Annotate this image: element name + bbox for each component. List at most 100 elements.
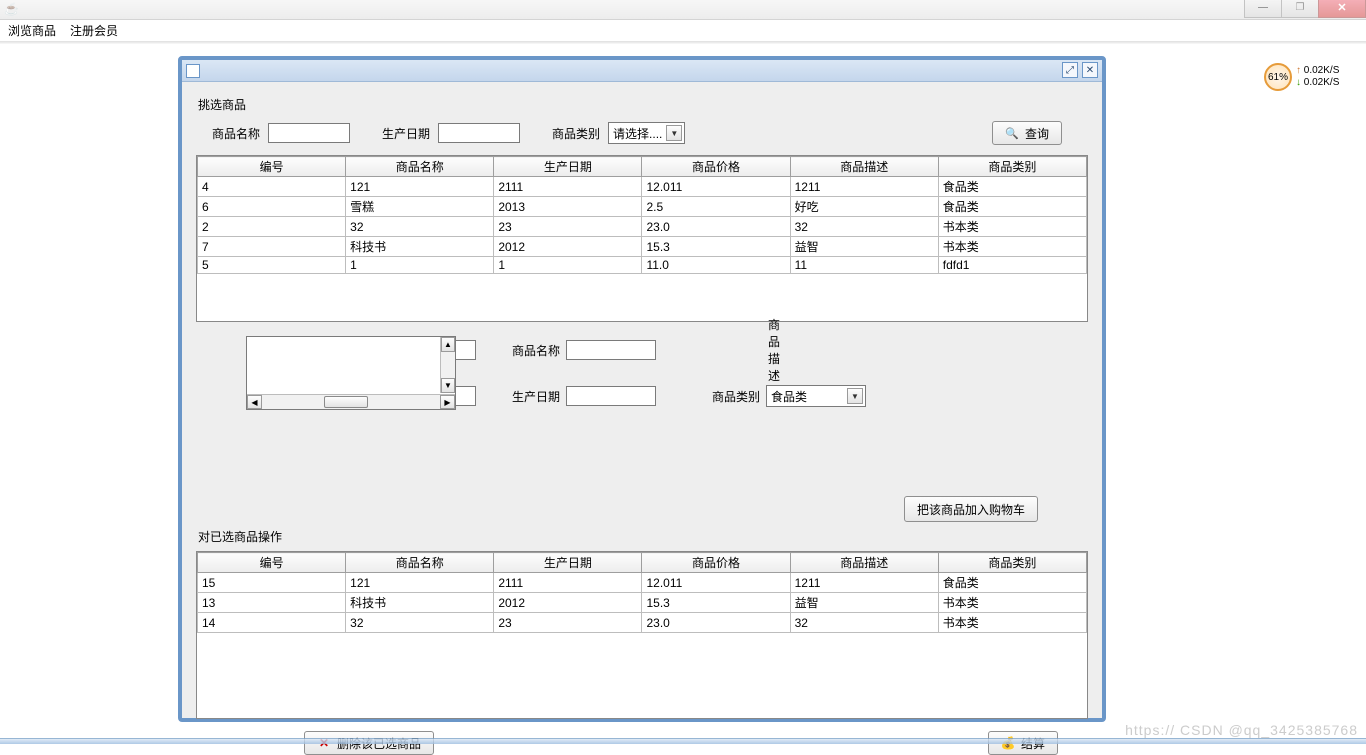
internal-frame-controls: ⤢ ✕ — [1062, 62, 1098, 78]
table-row[interactable]: 13科技书201215.3益智书本类 — [198, 593, 1087, 613]
cell: 2111 — [494, 573, 642, 593]
table-row[interactable]: 7科技书201215.3益智书本类 — [198, 237, 1087, 257]
cell: 23.0 — [642, 613, 790, 633]
internal-frame-titlebar: ⤢ ✕ — [182, 60, 1102, 82]
form-date-input[interactable] — [566, 386, 656, 406]
col-price[interactable]: 商品价格 — [642, 157, 790, 177]
category-label: 商品类别 — [552, 125, 600, 142]
cell: 23 — [494, 613, 642, 633]
col-date[interactable]: 生产日期 — [494, 553, 642, 573]
cell: 23 — [494, 217, 642, 237]
col-id[interactable]: 编号 — [198, 553, 346, 573]
cell: 13 — [198, 593, 346, 613]
cell: 7 — [198, 237, 346, 257]
cell: 4 — [198, 177, 346, 197]
col-desc[interactable]: 商品描述 — [790, 157, 938, 177]
separator — [0, 42, 1366, 44]
maximize-button[interactable]: ❐ — [1281, 0, 1319, 18]
table-row[interactable]: 4121211112.0111211食品类 — [198, 177, 1087, 197]
chevron-down-icon — [847, 388, 863, 404]
production-date-input[interactable] — [438, 123, 520, 143]
cell: 2012 — [494, 593, 642, 613]
scrollbar-thumb[interactable] — [324, 396, 368, 408]
products-table[interactable]: 编号 商品名称 生产日期 商品价格 商品描述 商品类别 4121211112.0… — [197, 156, 1087, 274]
cell: 食品类 — [938, 197, 1086, 217]
upload-icon: ↑ — [1296, 65, 1301, 76]
cell: 1211 — [790, 177, 938, 197]
cell: 2 — [198, 217, 346, 237]
add-to-cart-button[interactable]: 把该商品加入购物车 — [904, 496, 1038, 522]
cell: 32 — [790, 217, 938, 237]
menu-register-member[interactable]: 注册会员 — [70, 22, 118, 39]
cell: 11.0 — [642, 257, 790, 274]
cell: 15.3 — [642, 237, 790, 257]
col-name[interactable]: 商品名称 — [346, 553, 494, 573]
cell: 6 — [198, 197, 346, 217]
frame-icon — [186, 64, 200, 78]
cell: 1211 — [790, 573, 938, 593]
scroll-up-icon[interactable]: ▲ — [441, 337, 455, 352]
section-select-products-label: 挑选商品 — [198, 96, 1088, 113]
scroll-left-icon[interactable]: ◀ — [247, 395, 262, 409]
table-row[interactable]: 6雪糕20132.5好吃食品类 — [198, 197, 1087, 217]
download-icon: ↓ — [1296, 77, 1301, 88]
category-select[interactable]: 请选择.... — [608, 122, 685, 144]
form-cat-value: 食品类 — [771, 388, 807, 405]
chevron-down-icon — [666, 125, 682, 141]
internal-frame: ⤢ ✕ 挑选商品 商品名称 生产日期 商品类别 请选择.... 查询 — [178, 56, 1106, 722]
cell: 23.0 — [642, 217, 790, 237]
cell: 益智 — [790, 593, 938, 613]
cell: 2012 — [494, 237, 642, 257]
cell: 1 — [494, 257, 642, 274]
form-name-label: 商品名称 — [476, 342, 566, 359]
cell: 15.3 — [642, 593, 790, 613]
form-name-input[interactable] — [566, 340, 656, 360]
cell: 好吃 — [790, 197, 938, 217]
scroll-right-icon[interactable]: ▶ — [440, 395, 455, 409]
product-name-input[interactable] — [268, 123, 350, 143]
col-price[interactable]: 商品价格 — [642, 553, 790, 573]
form-cat-select[interactable]: 食品类 — [766, 385, 866, 407]
cell: 32 — [346, 217, 494, 237]
search-icon — [1005, 126, 1019, 140]
frame-maximize-button[interactable]: ⤢ — [1062, 62, 1078, 78]
add-to-cart-label: 把该商品加入购物车 — [917, 501, 1025, 518]
products-table-container: 编号 商品名称 生产日期 商品价格 商品描述 商品类别 4121211112.0… — [196, 155, 1088, 322]
textarea-vertical-scrollbar[interactable]: ▲ ▼ — [440, 337, 455, 393]
textarea-horizontal-scrollbar[interactable]: ◀ ▶ — [247, 394, 455, 409]
form-desc-textarea[interactable]: ▲ ▼ ◀ ▶ — [246, 336, 456, 410]
cell: 食品类 — [938, 177, 1086, 197]
minimize-button[interactable] — [1244, 0, 1282, 18]
cell: 科技书 — [346, 237, 494, 257]
frame-close-button[interactable]: ✕ — [1082, 62, 1098, 78]
table-row[interactable]: 14322323.032书本类 — [198, 613, 1087, 633]
scroll-down-icon[interactable]: ▼ — [441, 378, 455, 393]
window-controls: ❐ — [1245, 0, 1366, 18]
table-row[interactable]: 15121211112.0111211食品类 — [198, 573, 1087, 593]
item-form: 编号 商品名称 商品描述 ▲ ▼ ◀ ▶ — [196, 322, 1088, 496]
close-button[interactable] — [1318, 0, 1366, 18]
search-button[interactable]: 查询 — [992, 121, 1062, 145]
col-cat[interactable]: 商品类别 — [938, 553, 1086, 573]
search-button-label: 查询 — [1025, 125, 1049, 142]
cell: 书本类 — [938, 593, 1086, 613]
cell: 12.011 — [642, 573, 790, 593]
col-date[interactable]: 生产日期 — [494, 157, 642, 177]
menubar: 浏览商品 注册会员 — [0, 20, 1366, 42]
menu-browse-products[interactable]: 浏览商品 — [8, 22, 56, 39]
col-name[interactable]: 商品名称 — [346, 157, 494, 177]
watermark: https:// CSDN @qq_3425385768 — [1125, 722, 1358, 738]
col-cat[interactable]: 商品类别 — [938, 157, 1086, 177]
taskbar — [0, 738, 1366, 744]
table-row[interactable]: 51111.011fdfd1 — [198, 257, 1087, 274]
frame-content: 挑选商品 商品名称 生产日期 商品类别 请选择.... 查询 — [182, 82, 1102, 755]
cell: 益智 — [790, 237, 938, 257]
selected-table[interactable]: 编号 商品名称 生产日期 商品价格 商品描述 商品类别 15121211112.… — [197, 552, 1087, 633]
network-widget: 61% ↑ 0.02K/S ↓ 0.02K/S — [1264, 62, 1352, 92]
cell: 11 — [790, 257, 938, 274]
col-id[interactable]: 编号 — [198, 157, 346, 177]
table-row[interactable]: 2322323.032书本类 — [198, 217, 1087, 237]
selected-table-container: 编号 商品名称 生产日期 商品价格 商品描述 商品类别 15121211112.… — [196, 551, 1088, 719]
section-selected-products-label: 对已选商品操作 — [198, 528, 1088, 545]
col-desc[interactable]: 商品描述 — [790, 553, 938, 573]
